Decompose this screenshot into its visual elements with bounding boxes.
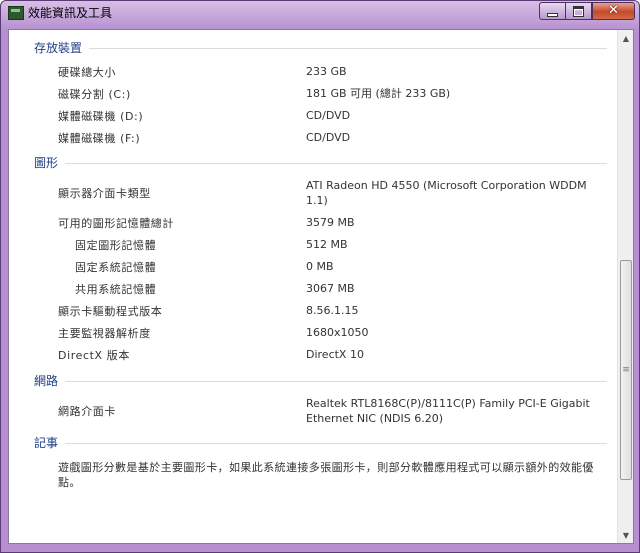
section-title-graphics: 圖形: [34, 156, 59, 170]
row-value: 3579 MB: [306, 216, 355, 229]
details-pane: 存放裝置 硬碟總大小 233 GB 磁碟分割 (C:) 181 GB 可用 (總…: [8, 29, 634, 544]
row-value: CD/DVD: [306, 131, 351, 144]
row-value: 181 GB 可用 (總計 233 GB): [306, 87, 451, 100]
row-label: 顯示卡驅動程式版本: [58, 305, 163, 318]
vertical-scrollbar[interactable]: ▲ ≡ ▼: [617, 30, 633, 543]
row-label: 固定系統記憶體: [75, 261, 157, 274]
row-value: 3067 MB: [306, 282, 355, 295]
notes-text: 遊戲圖形分數是基於主要圖形卡，如果此系統連接多張圖形卡，則部分軟體應用程式可以顯…: [58, 461, 594, 489]
scroll-up-arrow-icon[interactable]: ▲: [618, 30, 633, 46]
row-value: CD/DVD: [306, 109, 351, 122]
row-label: 固定圖形記憶體: [75, 239, 157, 252]
section-title-notes: 記事: [34, 436, 59, 450]
section-divider: [65, 443, 607, 444]
performance-info-icon: [8, 6, 24, 20]
section-divider: [65, 381, 607, 382]
row-label: DirectX 版本: [58, 349, 130, 362]
row-label: 顯示器介面卡類型: [58, 187, 151, 200]
row-label: 共用系統記憶體: [75, 283, 157, 296]
row-label: 網路介面卡: [58, 405, 116, 418]
minimize-button[interactable]: [539, 2, 566, 20]
maximize-icon: [573, 5, 584, 17]
grip-icon: ≡: [622, 365, 630, 375]
window-title: 效能資訊及工具: [28, 6, 113, 20]
row-label: 媒體磁碟機 (D:): [58, 110, 144, 123]
row-label: 可用的圖形記憶體總計: [58, 217, 174, 230]
row-value: 0 MB: [306, 260, 334, 273]
scrollbar-thumb[interactable]: ≡: [620, 260, 632, 480]
section-divider: [65, 163, 607, 164]
row-label: 媒體磁碟機 (F:): [58, 132, 141, 145]
performance-info-window: 效能資訊及工具 ✕ 存放裝置 硬碟總大小 233 GB 磁碟分割 (C:) 18…: [0, 0, 640, 553]
section-title-network: 網路: [34, 374, 59, 388]
row-label: 硬碟總大小: [58, 66, 116, 79]
row-value: 233 GB: [306, 65, 347, 78]
row-label: 主要監視器解析度: [58, 327, 151, 340]
row-value: 512 MB: [306, 238, 348, 251]
close-icon: ✕: [608, 3, 619, 18]
title-bar[interactable]: 效能資訊及工具 ✕: [1, 1, 639, 25]
details-content: 存放裝置 硬碟總大小 233 GB 磁碟分割 (C:) 181 GB 可用 (總…: [9, 30, 617, 543]
minimize-icon: [548, 13, 557, 16]
row-value: 1680x1050: [306, 326, 369, 339]
row-value: Realtek RTL8168C(P)/8111C(P) Family PCI-…: [306, 397, 590, 425]
close-button[interactable]: ✕: [592, 2, 635, 20]
scroll-down-arrow-icon[interactable]: ▼: [618, 527, 633, 543]
maximize-button[interactable]: [566, 2, 592, 20]
section-divider: [89, 48, 607, 49]
row-value: DirectX 10: [306, 348, 364, 361]
row-value: ATI Radeon HD 4550 (Microsoft Corporatio…: [306, 179, 587, 207]
row-value: 8.56.1.15: [306, 304, 359, 317]
row-label: 磁碟分割 (C:): [58, 88, 131, 101]
section-title-storage: 存放裝置: [34, 41, 83, 55]
